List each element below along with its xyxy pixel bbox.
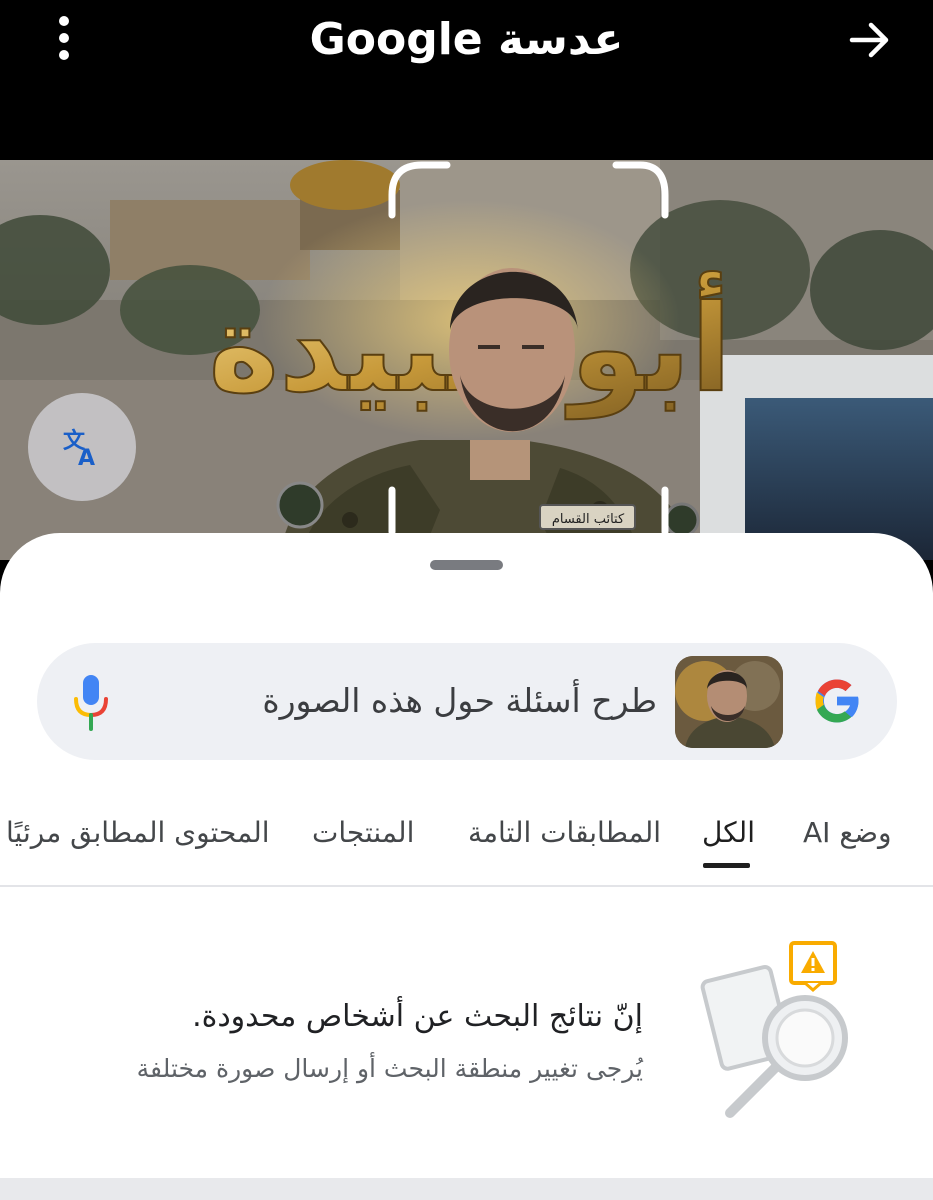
app-title: عدسة Google <box>309 14 624 65</box>
drag-handle[interactable] <box>430 560 503 570</box>
tab-all[interactable]: الكل <box>702 803 755 863</box>
tab-exact-matches[interactable]: المطابقات التامة <box>468 803 661 863</box>
uniform-patch-text: كتائب القسام <box>552 512 625 527</box>
photo-scene: أبو عبيدة كتائب القسام <box>0 160 933 560</box>
limited-results-subtitle: يُرجى تغيير منطقة البحث أو إرسال صورة مخ… <box>136 1054 643 1083</box>
google-lens-screen: عدسة Google أبو عبيدة كتائب القسام 文 A ط… <box>0 0 933 1200</box>
image-thumbnail[interactable] <box>675 656 783 748</box>
result-tabs: وضع AI الكل المطابقات التامة المنتجات ال… <box>0 803 933 887</box>
tab-visual-matches[interactable]: المحتوى المطابق مرئيًا <box>6 803 270 863</box>
sheet-footer <box>0 1178 933 1200</box>
arrow-right-icon[interactable] <box>846 16 894 64</box>
selected-image[interactable]: أبو عبيدة كتائب القسام <box>0 160 933 560</box>
search-warning-illustration <box>700 941 848 1118</box>
svg-text:A: A <box>78 446 95 468</box>
tab-ai-mode[interactable]: وضع AI <box>803 803 892 863</box>
warning-icon <box>789 941 837 992</box>
tabs-divider <box>0 885 933 887</box>
top-bar: عدسة Google <box>0 0 933 160</box>
results-sheet: طرح أسئلة حول هذه الصورة وضع AI الكل الم… <box>0 533 933 1200</box>
active-tab-indicator <box>703 863 750 868</box>
limited-results-title: إنّ نتائج البحث عن أشخاص محدودة. <box>192 999 643 1034</box>
search-bar[interactable]: طرح أسئلة حول هذه الصورة <box>37 643 897 760</box>
translate-icon: 文 A <box>63 428 95 468</box>
translate-button[interactable]: 文 A <box>28 393 136 501</box>
search-input[interactable]: طرح أسئلة حول هذه الصورة <box>217 677 657 725</box>
tab-products[interactable]: المنتجات <box>312 803 414 863</box>
microphone-icon[interactable] <box>71 673 111 733</box>
google-g-icon[interactable] <box>809 673 865 729</box>
